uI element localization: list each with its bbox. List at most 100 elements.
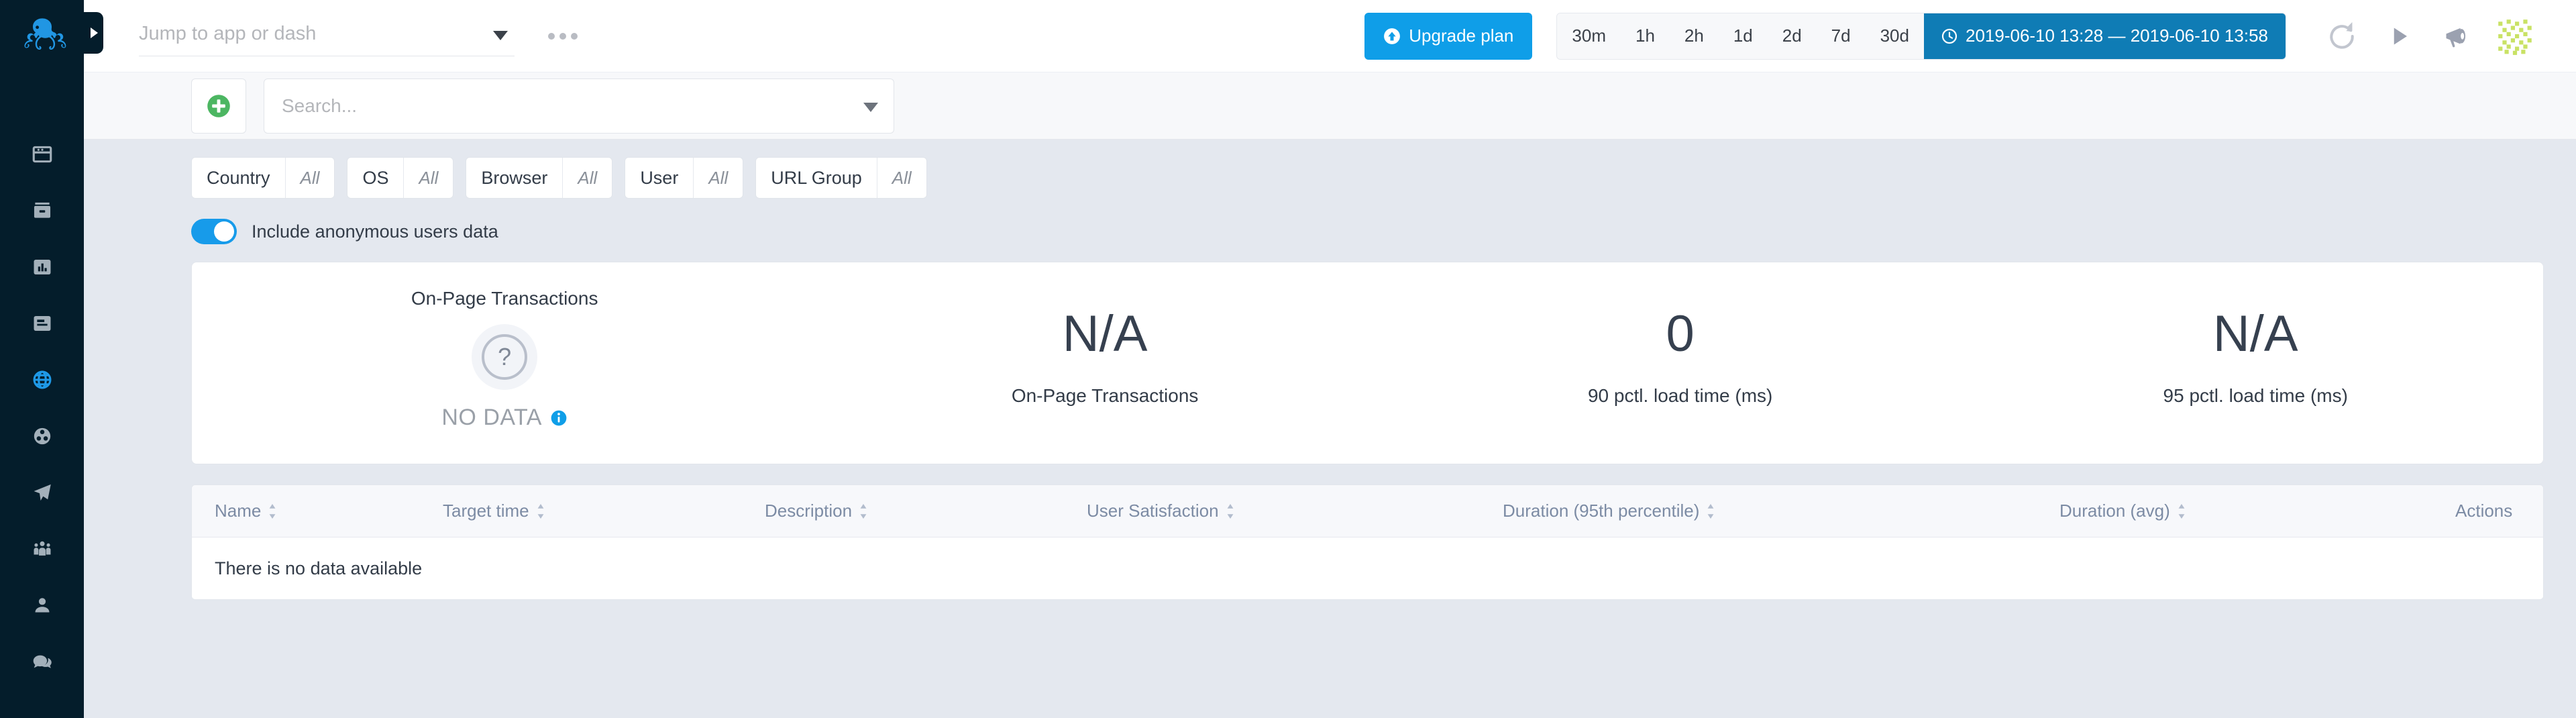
sidebar-item-archive[interactable] bbox=[0, 183, 84, 239]
column-label: Target time bbox=[443, 501, 529, 521]
info-icon[interactable] bbox=[550, 409, 568, 427]
column-header-user-satisfaction[interactable]: User Satisfaction bbox=[1064, 501, 1480, 521]
column-header-duration-avg[interactable]: Duration (avg) bbox=[2037, 501, 2432, 521]
refresh-icon bbox=[2330, 21, 2354, 49]
filter-key: OS bbox=[362, 167, 389, 188]
stat-value: N/A bbox=[1062, 305, 1148, 363]
column-label: Duration (avg) bbox=[2059, 501, 2170, 521]
toggle-label: Include anonymous users data bbox=[252, 221, 498, 242]
search-wrapper bbox=[264, 78, 894, 134]
top-bar-right: Upgrade plan 30m 1h 2h 1d 2d 7d 30d 2019… bbox=[1364, 7, 2544, 65]
column-header-description[interactable]: Description bbox=[742, 501, 1064, 521]
sort-arrows-icon bbox=[1707, 503, 1714, 519]
time-range-display[interactable]: 2019-06-10 13:28 — 2019-06-10 13:58 bbox=[1923, 13, 2286, 59]
stat-label: 95 pctl. load time (ms) bbox=[2163, 384, 2348, 406]
main-area: Upgrade plan 30m 1h 2h 1d 2d 7d 30d 2019… bbox=[84, 0, 2576, 718]
megaphone-icon bbox=[2446, 28, 2466, 47]
sidebar-item-tracing[interactable] bbox=[0, 408, 84, 464]
stat-on-page-transactions: N/A On-Page Transactions bbox=[817, 262, 1393, 464]
upgrade-arrow-icon bbox=[1384, 28, 1401, 44]
dot bbox=[559, 32, 566, 40]
sort-arrows-icon bbox=[269, 503, 276, 519]
filter-value: All bbox=[693, 158, 743, 198]
chevron-down-icon[interactable] bbox=[493, 30, 508, 40]
paper-plane-icon bbox=[34, 484, 51, 501]
stat-value: 0 bbox=[1666, 305, 1695, 363]
octopus-logo bbox=[23, 18, 66, 50]
sidebar-item-logs[interactable] bbox=[0, 295, 84, 352]
filter-chip-url-group[interactable]: URL Group All bbox=[755, 157, 927, 199]
search-row bbox=[84, 72, 2576, 140]
archive-box-icon bbox=[34, 202, 50, 218]
filter-chips: Country All OS All Browser All User All … bbox=[191, 157, 2544, 199]
browser-window-icon bbox=[32, 146, 52, 163]
time-option-1h[interactable]: 1h bbox=[1620, 13, 1670, 59]
filter-value: All bbox=[562, 158, 612, 198]
column-header-duration-95th[interactable]: Duration (95th percentile) bbox=[1480, 501, 2037, 521]
time-option-2h[interactable]: 2h bbox=[1669, 13, 1719, 59]
dot bbox=[548, 32, 555, 40]
filter-key: Country bbox=[207, 167, 270, 188]
include-anonymous-users-toggle[interactable] bbox=[191, 219, 237, 244]
announcements-button[interactable] bbox=[2428, 7, 2486, 65]
column-header-name[interactable]: Name bbox=[192, 501, 420, 521]
time-option-7d[interactable]: 7d bbox=[1816, 13, 1866, 59]
filter-chip-user[interactable]: User All bbox=[625, 157, 744, 199]
filter-value: All bbox=[284, 158, 335, 198]
more-options-button[interactable] bbox=[544, 23, 582, 49]
no-data-row: NO DATA bbox=[441, 405, 568, 431]
filter-key: Browser bbox=[481, 167, 548, 188]
upgrade-plan-label: Upgrade plan bbox=[1409, 25, 1514, 46]
sidebar-item-experience[interactable] bbox=[0, 352, 84, 408]
user-icon bbox=[35, 598, 49, 613]
sort-arrows-icon bbox=[2178, 503, 2185, 519]
column-header-target-time[interactable]: Target time bbox=[420, 501, 742, 521]
stat-label: On-Page Transactions bbox=[1011, 384, 1199, 406]
column-label: Description bbox=[765, 501, 853, 521]
column-header-actions: Actions bbox=[2432, 501, 2543, 521]
filter-chip-country[interactable]: Country All bbox=[191, 157, 335, 199]
filter-chip-browser[interactable]: Browser All bbox=[466, 157, 613, 199]
time-option-2d[interactable]: 2d bbox=[1767, 13, 1817, 59]
sidebar-item-metrics[interactable] bbox=[0, 239, 84, 295]
question-mark-icon: ? bbox=[482, 334, 528, 380]
table-header-row: Name Target time Description User Satisf… bbox=[192, 485, 2543, 537]
play-button[interactable] bbox=[2371, 7, 2428, 65]
sidebar-expand-toggle[interactable] bbox=[84, 12, 103, 54]
filter-key: User bbox=[640, 167, 679, 188]
filter-key: URL Group bbox=[771, 167, 862, 188]
chat-bubbles-icon bbox=[33, 655, 52, 668]
time-option-30m[interactable]: 30m bbox=[1557, 13, 1621, 59]
sort-arrows-icon bbox=[537, 503, 544, 519]
search-input[interactable] bbox=[264, 78, 894, 134]
chevron-down-icon[interactable] bbox=[863, 102, 878, 112]
sidebar-item-account[interactable] bbox=[0, 577, 84, 633]
time-range-selector: 30m 1h 2h 1d 2d 7d 30d 2019-06-10 13:28 … bbox=[1556, 12, 2286, 60]
sidebar-item-chat[interactable] bbox=[0, 633, 84, 690]
time-option-1d[interactable]: 1d bbox=[1718, 13, 1768, 59]
stats-no-data-cell: On-Page Transactions ? NO DATA bbox=[192, 262, 817, 464]
anonymous-users-toggle-row: Include anonymous users data bbox=[191, 219, 2544, 244]
toggle-knob bbox=[214, 221, 234, 242]
upgrade-plan-button[interactable]: Upgrade plan bbox=[1364, 12, 1533, 60]
empty-state-message: There is no data available bbox=[215, 558, 423, 578]
time-option-30d[interactable]: 30d bbox=[1865, 13, 1924, 59]
filter-chip-os[interactable]: OS All bbox=[347, 157, 454, 199]
jump-to-app-input[interactable] bbox=[139, 15, 515, 56]
sidebar-item-apps[interactable] bbox=[0, 126, 84, 183]
sidebar-item-teams[interactable] bbox=[0, 521, 84, 577]
dot bbox=[571, 32, 578, 40]
add-button[interactable] bbox=[191, 78, 246, 134]
sidebar-item-synthetics[interactable] bbox=[0, 464, 84, 521]
stat-95-pctl-load-time: N/A 95 pctl. load time (ms) bbox=[1968, 262, 2543, 464]
clock-icon bbox=[1941, 28, 1957, 44]
table-body: There is no data available bbox=[192, 537, 2543, 599]
logs-document-icon bbox=[34, 315, 50, 331]
stat-value: N/A bbox=[2212, 305, 2298, 363]
transactions-table: Name Target time Description User Satisf… bbox=[191, 484, 2544, 600]
refresh-button[interactable] bbox=[2313, 7, 2371, 65]
three-circles-icon bbox=[34, 427, 50, 445]
stats-panel: On-Page Transactions ? NO DATA N/A On-Pa… bbox=[191, 262, 2544, 464]
user-avatar-button[interactable] bbox=[2486, 7, 2544, 65]
column-label: User Satisfaction bbox=[1087, 501, 1219, 521]
